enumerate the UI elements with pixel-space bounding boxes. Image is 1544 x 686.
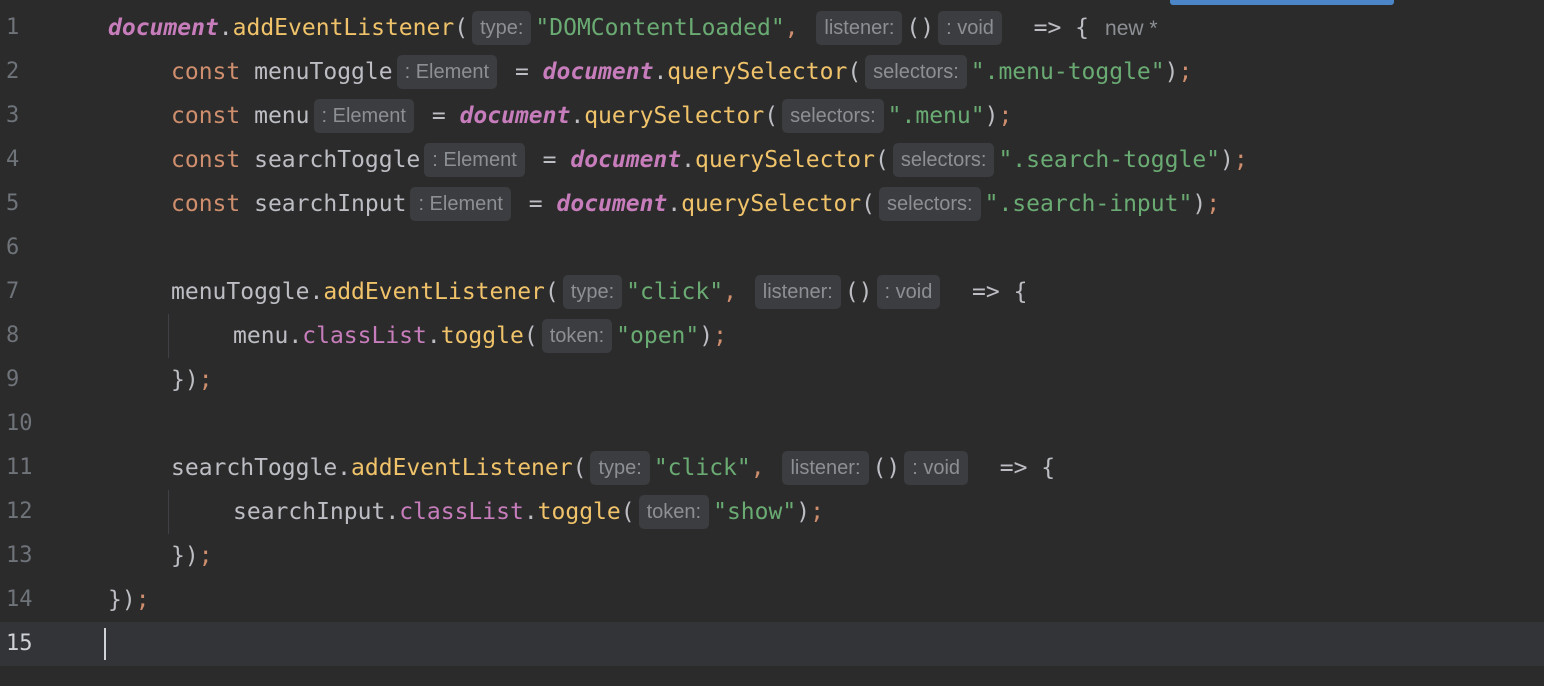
token-add-event-listener: addEventListener — [323, 279, 545, 305]
keyword-const: const — [171, 147, 241, 173]
indent-guide — [168, 314, 169, 358]
horizontal-scrollbar-thumb[interactable] — [1170, 0, 1394, 5]
code-line-7[interactable]: menuToggle.addEventListener(type: "click"… — [0, 270, 1544, 314]
ghost-text-new: new * — [1105, 17, 1158, 40]
token-class-list: classList — [399, 499, 524, 525]
line-number: 5 — [6, 191, 20, 216]
code-line-10[interactable] — [0, 402, 1544, 446]
keyword-const: const — [171, 59, 241, 85]
param-hint-type: type: — [472, 11, 532, 45]
string-search-toggle: ".search-toggle" — [998, 147, 1221, 173]
code-line-3[interactable]: const menu: Element = document.querySele… — [0, 94, 1544, 138]
token-document: document — [459, 103, 571, 129]
token-toggle: toggle — [537, 499, 621, 525]
var-menu: menu — [233, 323, 289, 349]
token-document: document — [108, 15, 219, 41]
code-editor[interactable]: document.addEventListener(type: "DOMConte… — [0, 0, 1544, 686]
line-number: 3 — [6, 103, 20, 128]
var-search-input: searchInput — [233, 499, 386, 525]
line-number: 9 — [6, 367, 20, 392]
line-number: 12 — [6, 499, 33, 524]
string-dom-content-loaded: "DOMContentLoaded" — [535, 15, 785, 41]
token-query-selector: querySelector — [584, 103, 765, 129]
param-hint-listener: listener: — [754, 275, 841, 309]
token-query-selector: querySelector — [694, 147, 875, 173]
code-line-8[interactable]: menu.classList.toggle(token: "open"); — [0, 314, 1544, 358]
param-hint-token: token: — [541, 319, 613, 353]
param-hint-selectors: selectors: — [782, 99, 884, 133]
string-menu: ".menu" — [887, 103, 985, 129]
line-number: 6 — [6, 235, 20, 260]
param-hint-token: token: — [638, 495, 710, 529]
param-hint-selectors: selectors: — [879, 187, 981, 221]
param-hint-type: type: — [562, 275, 623, 309]
line-number: 1 — [6, 15, 20, 40]
text-caret — [104, 628, 106, 660]
param-hint-selectors: selectors: — [865, 55, 967, 89]
var-search-toggle: searchToggle — [171, 455, 338, 481]
type-hint-void: : void — [938, 11, 1002, 45]
code-line-9[interactable]: }); — [0, 358, 1544, 402]
code-line-6[interactable] — [0, 226, 1544, 270]
token-add-event-listener: addEventListener — [351, 455, 573, 481]
param-hint-type: type: — [590, 451, 650, 485]
code-line-14[interactable]: }); — [0, 578, 1544, 622]
type-hint-element: : Element — [313, 99, 414, 133]
type-hint-void: : void — [876, 275, 941, 309]
param-hint-selectors: selectors: — [892, 143, 995, 177]
var-menu: menu — [254, 103, 310, 129]
var-menu-toggle: menuToggle — [171, 279, 310, 305]
code-line-15-current[interactable] — [0, 622, 1544, 666]
token-query-selector: querySelector — [667, 59, 848, 85]
token-document: document — [570, 147, 682, 173]
code-line-1[interactable]: document.addEventListener(type: "DOMConte… — [0, 6, 1544, 50]
keyword-const: const — [171, 191, 241, 217]
token-class-list: classList — [302, 323, 427, 349]
type-hint-element: : Element — [410, 187, 511, 221]
keyword-const: const — [171, 103, 241, 129]
token-document: document — [556, 191, 668, 217]
line-number: 14 — [6, 587, 33, 612]
type-hint-void: : void — [904, 451, 969, 485]
token-query-selector: querySelector — [681, 191, 862, 217]
string-menu-toggle: ".menu-toggle" — [970, 59, 1165, 85]
token-document: document — [542, 59, 654, 85]
line-number: 4 — [6, 147, 20, 172]
string-open: "open" — [616, 323, 700, 349]
var-menu-toggle: menuToggle — [254, 59, 393, 85]
string-click: "click" — [626, 279, 724, 305]
string-show: "show" — [713, 499, 797, 525]
param-hint-listener: listener: — [782, 451, 869, 485]
type-hint-element: : Element — [396, 55, 498, 89]
code-line-5[interactable]: const searchInput: Element = document.qu… — [0, 182, 1544, 226]
line-number-gutter: 1 2 3 4 5 6 7 8 9 10 11 12 13 14 15 — [0, 6, 60, 666]
var-search-input: searchInput — [254, 191, 407, 217]
code-line-4[interactable]: const searchToggle: Element = document.q… — [0, 138, 1544, 182]
line-number: 11 — [6, 455, 33, 480]
type-hint-element: : Element — [424, 143, 525, 177]
line-number: 7 — [6, 279, 20, 304]
string-click: "click" — [653, 455, 751, 481]
param-hint-listener: listener: — [816, 11, 903, 45]
var-search-toggle: searchToggle — [254, 147, 421, 173]
string-search-input: ".search-input" — [984, 191, 1193, 217]
token-add-event-listener: addEventListener — [232, 15, 455, 41]
line-number: 8 — [6, 323, 20, 348]
line-number-current: 15 — [6, 631, 33, 656]
code-line-13[interactable]: }); — [0, 534, 1544, 578]
code-area[interactable]: document.addEventListener(type: "DOMConte… — [0, 6, 1544, 666]
indent-guide — [168, 490, 169, 534]
line-number: 13 — [6, 543, 33, 568]
code-line-12[interactable]: searchInput.classList.toggle(token: "show… — [0, 490, 1544, 534]
code-line-2[interactable]: const menuToggle: Element = document.que… — [0, 50, 1544, 94]
line-number: 10 — [6, 411, 33, 436]
code-line-11[interactable]: searchToggle.addEventListener(type: "clic… — [0, 446, 1544, 490]
line-number: 2 — [6, 59, 20, 84]
token-toggle: toggle — [440, 323, 524, 349]
